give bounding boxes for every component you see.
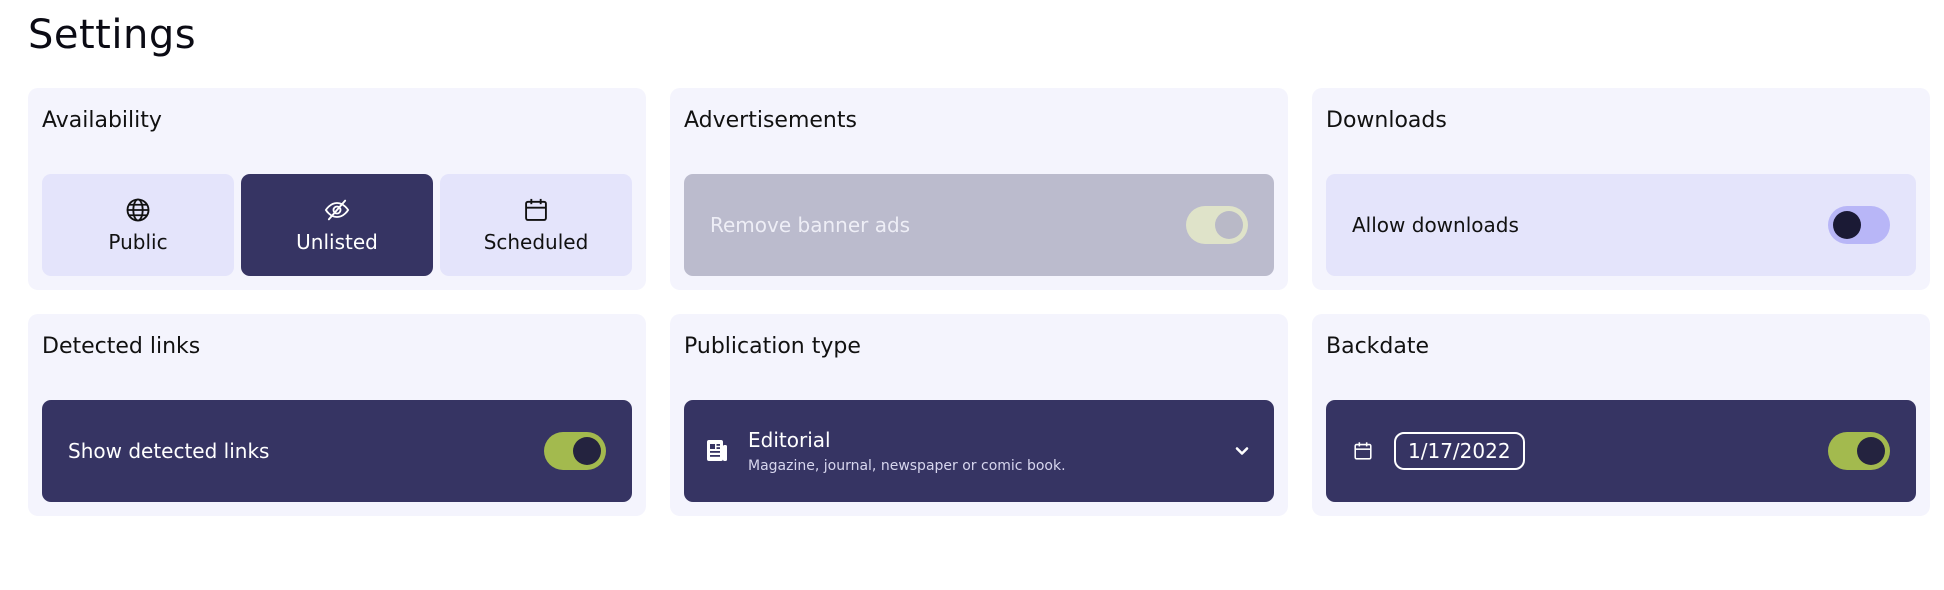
show-detected-links-label: Show detected links — [68, 439, 270, 463]
publication-type-value: Editorial — [748, 428, 831, 452]
toggle-knob — [573, 437, 601, 465]
publication-type-description: Magazine, journal, newspaper or comic bo… — [748, 458, 1066, 474]
downloads-title: Downloads — [1326, 108, 1447, 133]
availability-option-scheduled[interactable]: Scheduled — [440, 174, 632, 276]
publication-type-card: Publication type Editorial Magazine, jou… — [670, 314, 1288, 516]
globe-icon — [126, 198, 150, 222]
allow-downloads-toggle[interactable] — [1828, 206, 1890, 244]
availability-option-label: Unlisted — [296, 230, 378, 254]
document-icon — [707, 440, 727, 461]
remove-banner-ads-label: Remove banner ads — [710, 213, 911, 237]
remove-banner-ads-row: Remove banner ads — [684, 174, 1274, 276]
availability-card: Availability Public Unlisted Scheduled — [28, 88, 646, 290]
toggle-knob — [1215, 211, 1243, 239]
availability-option-unlisted[interactable]: Unlisted — [241, 174, 433, 276]
availability-title: Availability — [42, 108, 162, 133]
availability-option-public[interactable]: Public — [42, 174, 234, 276]
allow-downloads-row: Allow downloads — [1326, 174, 1916, 276]
detected-links-title: Detected links — [42, 334, 201, 359]
publication-type-text: Editorial Magazine, journal, newspaper o… — [748, 428, 1232, 474]
show-detected-links-toggle[interactable] — [544, 432, 606, 470]
backdate-card: Backdate 1/17/2022 — [1312, 314, 1930, 516]
eye-off-icon — [324, 199, 350, 221]
backdate-toggle[interactable] — [1828, 432, 1890, 470]
publication-type-select[interactable]: Editorial Magazine, journal, newspaper o… — [684, 400, 1274, 502]
detected-links-card: Detected links Show detected links — [28, 314, 646, 516]
toggle-knob — [1857, 437, 1885, 465]
allow-downloads-label: Allow downloads — [1352, 213, 1519, 237]
calendar-icon — [1354, 442, 1372, 460]
publication-type-title: Publication type — [684, 334, 861, 359]
toggle-knob — [1833, 211, 1861, 239]
downloads-card: Downloads Allow downloads — [1312, 88, 1930, 290]
backdate-date-field[interactable]: 1/17/2022 — [1394, 432, 1525, 470]
chevron-down-icon[interactable] — [1232, 441, 1252, 461]
show-detected-links-row: Show detected links — [42, 400, 632, 502]
availability-option-label: Scheduled — [483, 230, 589, 254]
availability-options: Public Unlisted Scheduled — [42, 174, 632, 276]
backdate-title: Backdate — [1326, 334, 1430, 359]
page-title: Settings — [28, 12, 197, 58]
advertisements-title: Advertisements — [684, 108, 857, 133]
calendar-icon — [525, 198, 547, 221]
remove-banner-ads-toggle[interactable] — [1186, 206, 1248, 244]
availability-option-label: Public — [108, 230, 168, 254]
advertisements-card: Advertisements Remove banner ads — [670, 88, 1288, 290]
backdate-row: 1/17/2022 — [1326, 400, 1916, 502]
